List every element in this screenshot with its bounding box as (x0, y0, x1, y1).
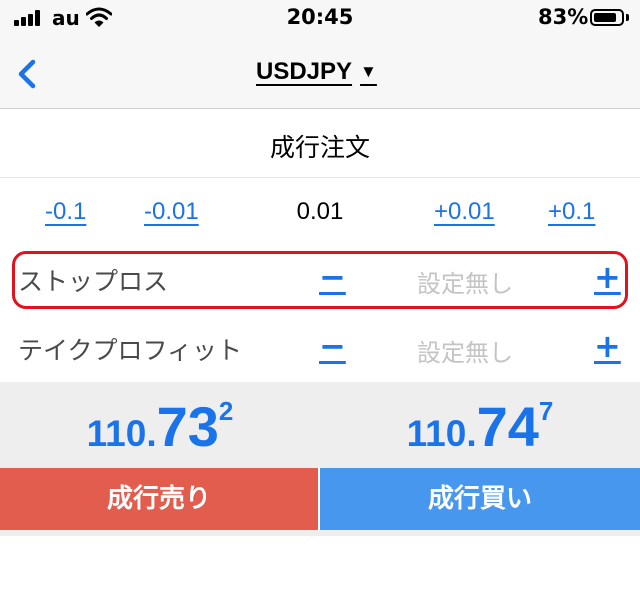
bid-price-prefix: 110. (86, 413, 157, 454)
volume-value: 0.01 (296, 198, 344, 225)
dropdown-arrow-icon: ▼ (360, 62, 377, 81)
ask-price-pips: 74 (476, 395, 539, 458)
bid-price: 110.732 (0, 394, 320, 459)
volume-increase-0.1-button[interactable]: +0.1 (548, 198, 595, 226)
battery-icon (590, 9, 624, 26)
symbol-name: USDJPY (256, 58, 353, 85)
bid-price-pips: 73 (156, 395, 219, 458)
ask-price-prefix: 110. (406, 413, 477, 454)
market-buy-button[interactable]: 成行買い (320, 468, 640, 530)
take-profit-minus-button[interactable]: − (319, 327, 346, 365)
symbol-selector[interactable]: USDJPY ▼ (256, 58, 377, 86)
chevron-left-icon[interactable] (12, 54, 42, 94)
take-profit-value[interactable]: 設定無し (370, 333, 560, 368)
bid-price-fraction: 2 (218, 396, 234, 426)
bottom-divider (0, 530, 640, 536)
battery-level-fill (594, 13, 616, 22)
ask-price: 110.747 (320, 394, 640, 459)
volume-decrease-0.01-button[interactable]: -0.01 (144, 198, 199, 226)
ask-price-fraction: 7 (538, 396, 554, 426)
battery-tip (626, 14, 629, 21)
take-profit-label: テイクプロフィット (18, 336, 243, 365)
volume-decrease-0.1-button[interactable]: -0.1 (45, 198, 86, 226)
take-profit-plus-button[interactable]: + (594, 327, 621, 365)
stop-loss-highlight-box (12, 251, 628, 309)
order-type-label[interactable]: 成行注文 (0, 128, 640, 164)
volume-increase-0.01-button[interactable]: +0.01 (434, 198, 495, 226)
battery-percent: 83% (538, 5, 589, 29)
market-sell-button[interactable]: 成行売り (0, 468, 318, 530)
